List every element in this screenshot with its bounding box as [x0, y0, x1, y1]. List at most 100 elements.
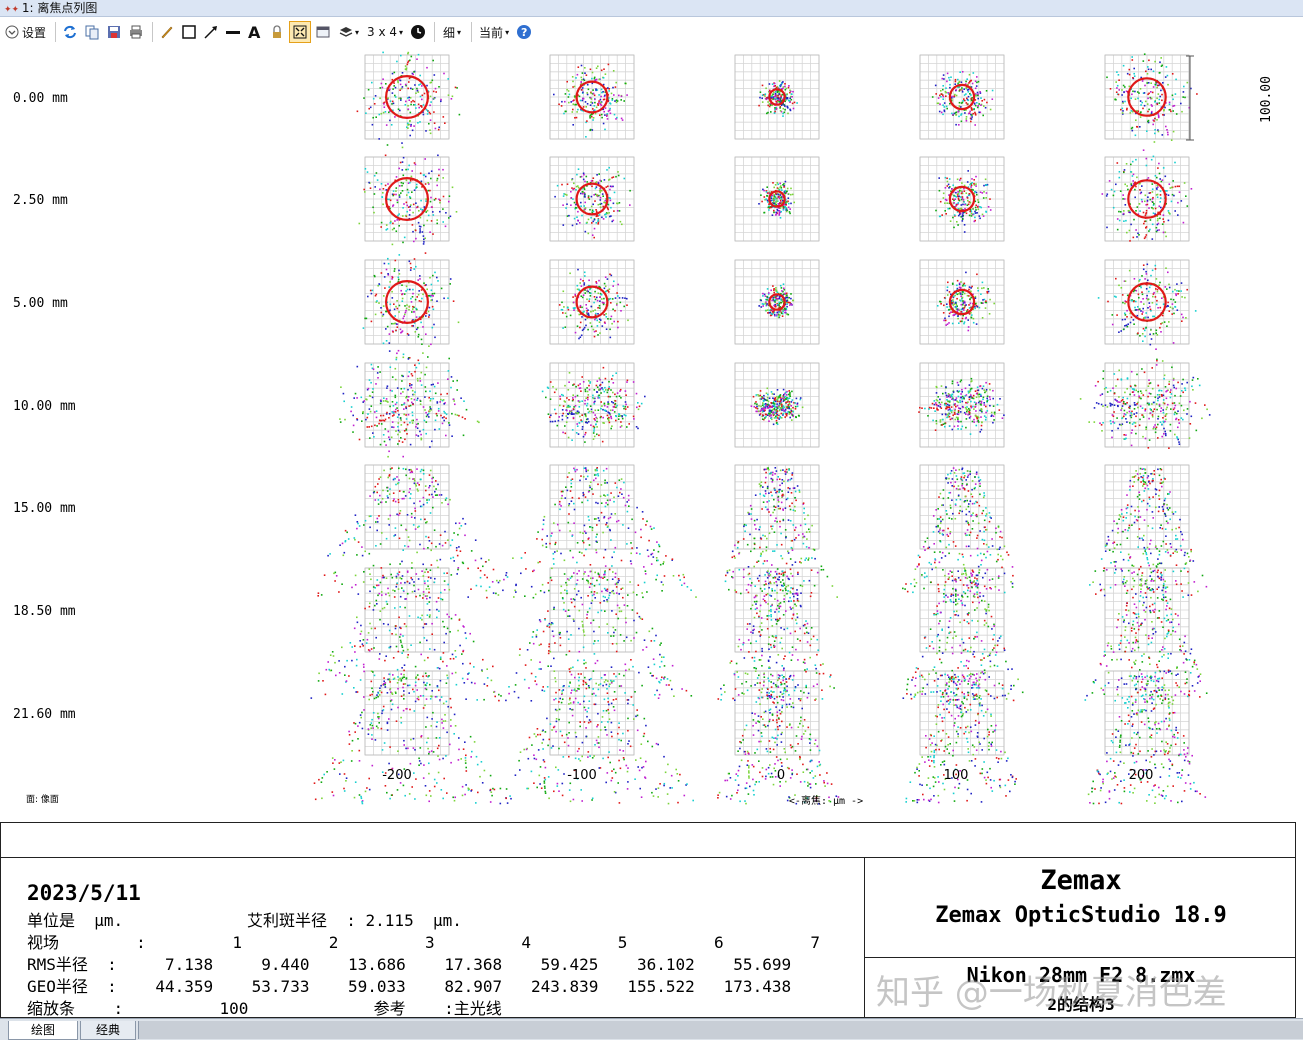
save-button[interactable]: [104, 21, 124, 43]
field-label: 10.00 mm: [13, 399, 76, 414]
grid-cell: [919, 259, 1005, 345]
grid-cell: [734, 362, 820, 448]
layers-dropdown[interactable]: ▾: [335, 21, 362, 43]
caret-icon: ▾: [399, 27, 404, 37]
refresh-icon: [64, 25, 76, 39]
grid-cell: [549, 362, 635, 448]
info-panel: 2023/5/11 单位是 µm. 艾利斑半径 : 2.115 µm. 视场 :…: [0, 822, 1296, 1019]
toolbar-separator: [471, 22, 473, 42]
copy-button[interactable]: [82, 21, 102, 43]
pencil-icon: [161, 26, 173, 39]
report-date: 2023/5/11: [27, 881, 141, 905]
field-label: 18.50 mm: [13, 604, 76, 619]
line-width-dropdown[interactable]: 细 ▾: [439, 21, 465, 43]
watermark: 知乎 @一场秋夏消色差: [876, 973, 1227, 1013]
spot: [717, 673, 840, 805]
toolbar-separator: [55, 22, 57, 42]
spot: [935, 170, 992, 233]
grid-cell: [919, 362, 1005, 448]
grid-cell: [364, 464, 450, 550]
help-icon: ?: [517, 25, 532, 39]
rms-line: RMS半径 : 7.138 9.440 13.686 17.368 59.425…: [27, 955, 792, 974]
settings-button[interactable]: 设置: [2, 21, 49, 43]
spot: [558, 268, 629, 340]
spot-diagram-icon: ✦✦: [4, 5, 20, 15]
grid-cell: [549, 567, 635, 653]
spot: [313, 673, 512, 805]
window-button[interactable]: [313, 21, 333, 43]
spot: [553, 63, 628, 138]
layout-dropdown[interactable]: 3 x 4 ▾: [364, 21, 406, 43]
product-name: Zemax OpticStudio 18.9: [935, 903, 1227, 928]
spot: [936, 271, 995, 332]
copy-icon: [85, 25, 99, 40]
brand-title: Zemax: [1040, 865, 1122, 896]
field-label: 5.00 mm: [13, 296, 68, 311]
scale-bar-label: 100.00: [1259, 76, 1274, 123]
window-titlebar: ✦✦ 1: 离焦点列图: [0, 0, 1303, 17]
titleblock-hdivider: [864, 957, 1296, 958]
pencil-button[interactable]: [157, 21, 177, 43]
grid-cell: [549, 670, 635, 756]
defocus-tick-label: -200: [382, 768, 412, 783]
spot: [554, 166, 631, 239]
chevron-down-circle-icon: [5, 25, 19, 39]
surface-label: 面: 像面: [26, 793, 59, 805]
spot: [931, 71, 994, 126]
grid-cell: [549, 464, 635, 550]
window-icon: [316, 26, 330, 38]
field-labels: 0.00 mm 2.50 mm 5.00 mm 10.00 mm 15.00 mm 18.…: [13, 91, 76, 722]
help-button[interactable]: ?: [514, 21, 534, 43]
defocus-axis-caption: <-离焦: µm ->: [789, 794, 863, 807]
field-label: 0.00 mm: [13, 91, 68, 106]
field-line: 视场 : 1 2 3 4 5 6 7: [27, 933, 820, 952]
print-button[interactable]: [126, 21, 146, 43]
spot: [1089, 467, 1208, 598]
lock-icon: [273, 25, 282, 38]
spot: [317, 467, 515, 599]
defocus-tick-label: 100: [944, 768, 969, 783]
save-icon: [108, 26, 121, 38]
spot: [758, 283, 795, 319]
line-icon: [226, 31, 241, 34]
arrow-icon: [204, 26, 218, 39]
spot: [1106, 53, 1198, 143]
lock-button[interactable]: [267, 21, 287, 43]
spot: [758, 80, 798, 117]
spot: [356, 51, 461, 146]
toolbar-separator: [152, 22, 154, 42]
tab-plot[interactable]: 绘图: [8, 1021, 78, 1040]
refresh-button[interactable]: [60, 21, 80, 43]
spot: [1079, 358, 1211, 449]
text-button[interactable]: A: [245, 21, 265, 43]
fit-icon: [293, 25, 307, 39]
arrow-button[interactable]: [201, 21, 221, 43]
clock-button[interactable]: [408, 21, 428, 43]
field-label: 15.00 mm: [13, 501, 76, 516]
unit-line: 单位是 µm.: [27, 911, 124, 930]
defocus-tick-labels: -200 -100 0 100 200: [382, 768, 1153, 783]
tab-bar-filler: [138, 1021, 1303, 1039]
defocus-tick-label: -100: [567, 768, 597, 783]
text-icon: A: [248, 24, 261, 40]
defocus-tick-label: 200: [1129, 768, 1154, 783]
print-icon: [130, 25, 143, 39]
current-dropdown[interactable]: 当前 ▾: [476, 21, 512, 43]
geo-line: GEO半径 : 44.359 53.733 59.033 82.907 243.…: [27, 977, 792, 996]
svg-text:?: ?: [521, 26, 527, 39]
spot-diagram-plot: 0.00 mm 2.50 mm 5.00 mm 10.00 mm 15.00 mm 18.…: [13, 51, 1274, 807]
rectangle-button[interactable]: [179, 21, 199, 43]
line-button[interactable]: [223, 21, 243, 43]
defocus-tick-label: 0: [777, 768, 785, 783]
window-title: 1: 离焦点列图: [21, 1, 98, 15]
caret-icon: ▾: [355, 27, 360, 37]
spot: [493, 570, 693, 702]
spot: [310, 570, 502, 702]
tab-classic[interactable]: 经典: [80, 1021, 136, 1040]
fit-button[interactable]: [289, 21, 312, 43]
grid-cell: [1104, 259, 1190, 345]
caret-icon: ▾: [505, 27, 510, 37]
field-label: 2.50 mm: [13, 193, 68, 208]
grid-cell: [1104, 156, 1190, 242]
grid-cell: [734, 259, 820, 345]
